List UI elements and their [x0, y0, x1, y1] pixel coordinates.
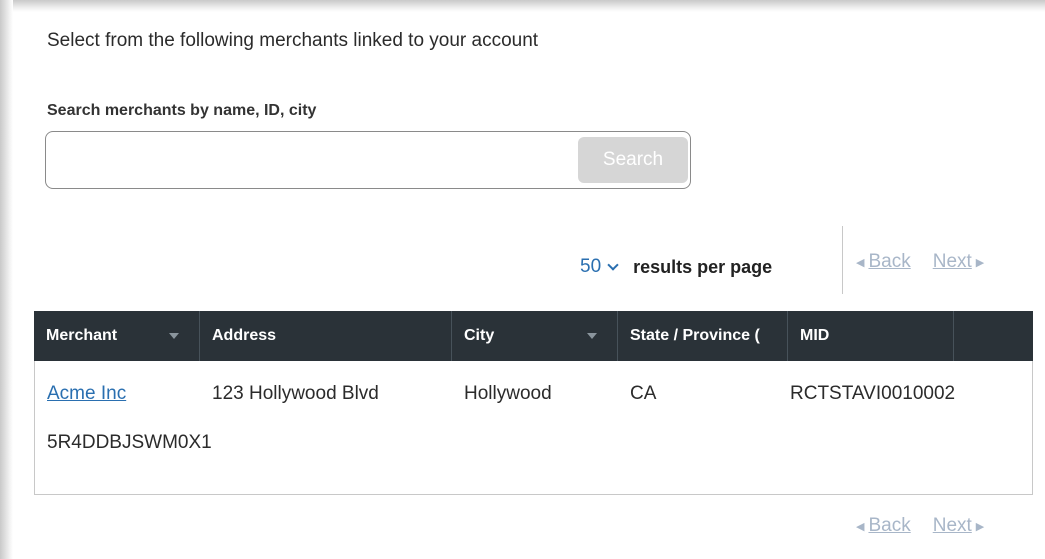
search-box: Search [45, 131, 691, 189]
search-button[interactable]: Search [578, 137, 688, 183]
sort-arrow-icon [169, 333, 179, 339]
column-header-empty [954, 311, 1033, 361]
per-page-label: results per page [633, 256, 773, 277]
column-header-city[interactable]: City [452, 311, 618, 361]
top-shadow [0, 0, 1045, 12]
next-link-bottom[interactable]: Next [933, 515, 972, 537]
intro-text: Select from the following merchants link… [47, 30, 539, 51]
column-header-mid[interactable]: MID [788, 311, 954, 361]
per-page-value: 50 [580, 256, 602, 277]
triangle-right-icon: ▶ [975, 256, 985, 269]
results-per-page-control: 50 results per page [580, 247, 772, 287]
merchant-city: Hollywood [464, 383, 552, 404]
back-link-bottom[interactable]: Back [868, 515, 910, 537]
column-header-merchant[interactable]: Merchant [34, 311, 200, 361]
search-label: Search merchants by name, ID, city [47, 102, 317, 119]
pager-divider [842, 226, 843, 294]
merchant-mid: RCTSTAVI0010002 [790, 383, 956, 404]
triangle-left-icon: ◀ [856, 520, 865, 533]
chevron-down-icon [607, 258, 619, 271]
table-header: Merchant Address City State / Province (… [34, 311, 1033, 361]
pagination-bottom: ◀ Back Next ▶ [856, 515, 984, 537]
back-link-top[interactable]: Back [868, 251, 910, 273]
merchant-name-link[interactable]: Acme Inc [47, 383, 126, 405]
merchant-selector-panel: Select from the following merchants link… [0, 0, 1045, 559]
merchant-address: 123 Hollywood Blvd [212, 383, 379, 404]
per-page-select[interactable]: 50 [580, 256, 619, 278]
left-shadow [0, 0, 13, 559]
merchant-secondary-id: 5R4DDBJSWM0X1 [47, 432, 212, 453]
sort-arrow-icon [587, 333, 597, 339]
next-link-top[interactable]: Next [933, 251, 972, 273]
merchant-state: CA [630, 383, 657, 404]
column-header-state[interactable]: State / Province ( [618, 311, 788, 361]
column-header-address[interactable]: Address [200, 311, 452, 361]
triangle-right-icon: ▶ [975, 520, 985, 533]
pagination-top: ◀ Back Next ▶ [856, 251, 984, 273]
triangle-left-icon: ◀ [856, 256, 865, 269]
search-input[interactable] [54, 138, 574, 182]
